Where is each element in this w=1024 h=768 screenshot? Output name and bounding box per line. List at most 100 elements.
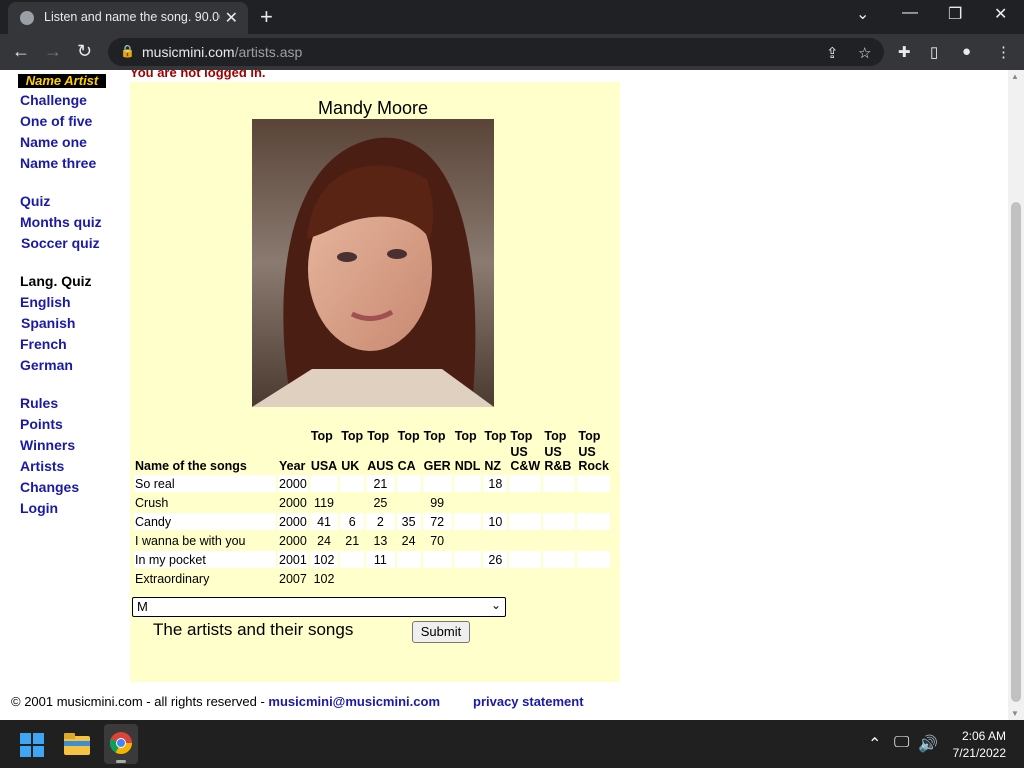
reload-icon[interactable]: ↻ bbox=[77, 41, 92, 62]
col-header-ca: CA bbox=[397, 459, 416, 473]
artist-select-value: M bbox=[137, 599, 148, 614]
artist-select[interactable]: M ⌄ bbox=[132, 597, 506, 617]
sidebar-item-french[interactable]: French bbox=[20, 336, 67, 352]
cell-us-cw bbox=[509, 513, 542, 530]
cell-usa: 102 bbox=[309, 551, 339, 568]
col-top-ger: Top bbox=[423, 429, 446, 443]
cell-us-rock bbox=[577, 475, 610, 492]
sidebar-item-points[interactable]: Points bbox=[20, 416, 63, 432]
sidebar-item-winners[interactable]: Winners bbox=[20, 437, 75, 453]
artist-photo bbox=[252, 119, 494, 407]
windows-start-icon[interactable] bbox=[20, 733, 44, 757]
sidebar-item-name-one[interactable]: Name one bbox=[20, 134, 87, 150]
sidebar-item-english[interactable]: English bbox=[20, 294, 71, 310]
system-clock[interactable]: 2:06 AM 7/21/2022 bbox=[953, 728, 1006, 762]
cell-ger: 99 bbox=[422, 494, 452, 511]
page-scrollbar[interactable]: ▲ ▼ bbox=[1008, 70, 1024, 720]
cell-ca bbox=[396, 494, 421, 511]
privacy-link[interactable]: privacy statement bbox=[473, 694, 584, 709]
url-domain: musicmini.com bbox=[142, 44, 235, 60]
close-window-icon[interactable]: ✕ bbox=[994, 4, 1007, 24]
chrome-icon bbox=[110, 732, 132, 754]
sidebar-item-german[interactable]: German bbox=[20, 357, 73, 373]
col-top-nz: Top bbox=[484, 429, 507, 443]
sidebar-item-soccer-quiz[interactable]: Soccer quiz bbox=[21, 235, 100, 251]
scroll-up-icon[interactable]: ▲ bbox=[1011, 72, 1019, 81]
song-year: 2001 bbox=[278, 551, 308, 568]
restore-icon[interactable]: ❐ bbox=[948, 4, 962, 24]
song-name: So real bbox=[134, 475, 276, 492]
col-header-us-cw: US C&W bbox=[510, 445, 541, 473]
file-explorer-icon[interactable] bbox=[64, 733, 90, 755]
lock-icon[interactable]: 🔒 bbox=[120, 44, 135, 58]
close-tab-icon[interactable]: ✕ bbox=[225, 8, 238, 28]
minimize-icon[interactable]: — bbox=[902, 4, 918, 22]
new-tab-icon[interactable]: + bbox=[260, 4, 273, 30]
col-top-ndl: Top bbox=[454, 429, 477, 443]
forward-icon[interactable]: → bbox=[44, 41, 62, 62]
scroll-down-icon[interactable]: ▼ bbox=[1011, 709, 1019, 718]
cell-uk bbox=[340, 494, 365, 511]
network-icon[interactable]: 🖵 bbox=[894, 734, 909, 752]
sidebar-item-quiz[interactable]: Quiz bbox=[20, 193, 50, 209]
name-artist-logo[interactable]: Name Artist bbox=[18, 74, 106, 88]
cell-us-rock bbox=[577, 551, 610, 568]
sidebar-item-name-three[interactable]: Name three bbox=[20, 155, 96, 171]
share-icon[interactable]: ⇪ bbox=[826, 44, 839, 62]
cell-us-rock bbox=[577, 513, 610, 530]
menu-icon[interactable]: ⋮ bbox=[996, 43, 1011, 61]
col-header-usa: USA bbox=[310, 459, 338, 473]
tab-bar: Listen and name the song. 90.000 ✕ + ⌄ —… bbox=[0, 0, 1024, 34]
sidebar-item-months-quiz[interactable]: Months quiz bbox=[20, 214, 102, 230]
cell-nz bbox=[483, 532, 508, 549]
cell-ndl bbox=[453, 475, 482, 492]
show-hidden-icons-icon[interactable]: ⌃ bbox=[868, 734, 881, 754]
cell-ca bbox=[396, 551, 421, 568]
chrome-taskbar-button[interactable] bbox=[104, 724, 138, 764]
profile-icon[interactable]: ● bbox=[962, 43, 971, 60]
sidebar-item-rules[interactable]: Rules bbox=[20, 395, 58, 411]
back-icon[interactable]: ← bbox=[12, 41, 30, 62]
sidebar-item-one-of-five[interactable]: One of five bbox=[20, 113, 92, 129]
table-row: Candy 2000 41 6 2 35 72 10 bbox=[134, 513, 610, 530]
browser-tab[interactable]: Listen and name the song. 90.000 ✕ bbox=[8, 2, 248, 34]
artist-panel: Mandy Moore Top Top Top Top Top Top Top … bbox=[130, 82, 620, 682]
cell-us-rock bbox=[577, 570, 610, 587]
email-link[interactable]: musicmini@musicmini.com bbox=[268, 694, 440, 709]
cell-usa: 24 bbox=[309, 532, 339, 549]
song-name: Crush bbox=[134, 494, 276, 511]
cell-ndl bbox=[453, 570, 482, 587]
extensions-icon[interactable]: ✚ bbox=[898, 43, 911, 61]
cell-usa: 119 bbox=[309, 494, 339, 511]
volume-icon[interactable]: 🔊 bbox=[918, 734, 938, 754]
browser-toolbar: ← → ↻ 🔒 musicmini.com/artists.asp ⇪ ☆ ✚ … bbox=[0, 34, 1024, 70]
cell-us-cw bbox=[509, 475, 542, 492]
cell-us-rb bbox=[543, 570, 576, 587]
cell-aus bbox=[366, 570, 395, 587]
col-header-name: Name of the songs bbox=[135, 459, 247, 473]
col-top-uk: Top bbox=[341, 429, 364, 443]
sidebar-item-challenge[interactable]: Challenge bbox=[20, 92, 87, 108]
bookmark-star-icon[interactable]: ☆ bbox=[858, 44, 871, 62]
cell-ca bbox=[396, 475, 421, 492]
cell-aus: 11 bbox=[366, 551, 395, 568]
sidebar-item-artists[interactable]: Artists bbox=[20, 458, 64, 474]
cell-ca: 35 bbox=[396, 513, 421, 530]
scrollbar-thumb[interactable] bbox=[1011, 202, 1021, 702]
tab-search-icon[interactable]: ⌄ bbox=[856, 4, 869, 24]
col-header-year: Year bbox=[279, 459, 306, 473]
submit-button[interactable]: Submit bbox=[412, 621, 470, 643]
cell-ndl bbox=[453, 551, 482, 568]
sidebar-item-spanish[interactable]: Spanish bbox=[21, 315, 75, 331]
col-top-ca: Top bbox=[397, 429, 420, 443]
artists-label: The artists and their songs bbox=[153, 620, 354, 639]
artist-name: Mandy Moore bbox=[317, 98, 429, 118]
address-bar[interactable]: 🔒 musicmini.com/artists.asp ⇪ ☆ bbox=[108, 38, 884, 66]
song-name: In my pocket bbox=[134, 551, 276, 568]
sidebar-item-changes[interactable]: Changes bbox=[20, 479, 79, 495]
cell-usa bbox=[309, 475, 339, 492]
sidebar-item-login[interactable]: Login bbox=[20, 500, 58, 516]
copyright-text: © 2001 musicmini.com - all rights reserv… bbox=[11, 694, 269, 709]
cell-us-rb bbox=[543, 475, 576, 492]
side-panel-icon[interactable]: ▯ bbox=[930, 43, 938, 61]
